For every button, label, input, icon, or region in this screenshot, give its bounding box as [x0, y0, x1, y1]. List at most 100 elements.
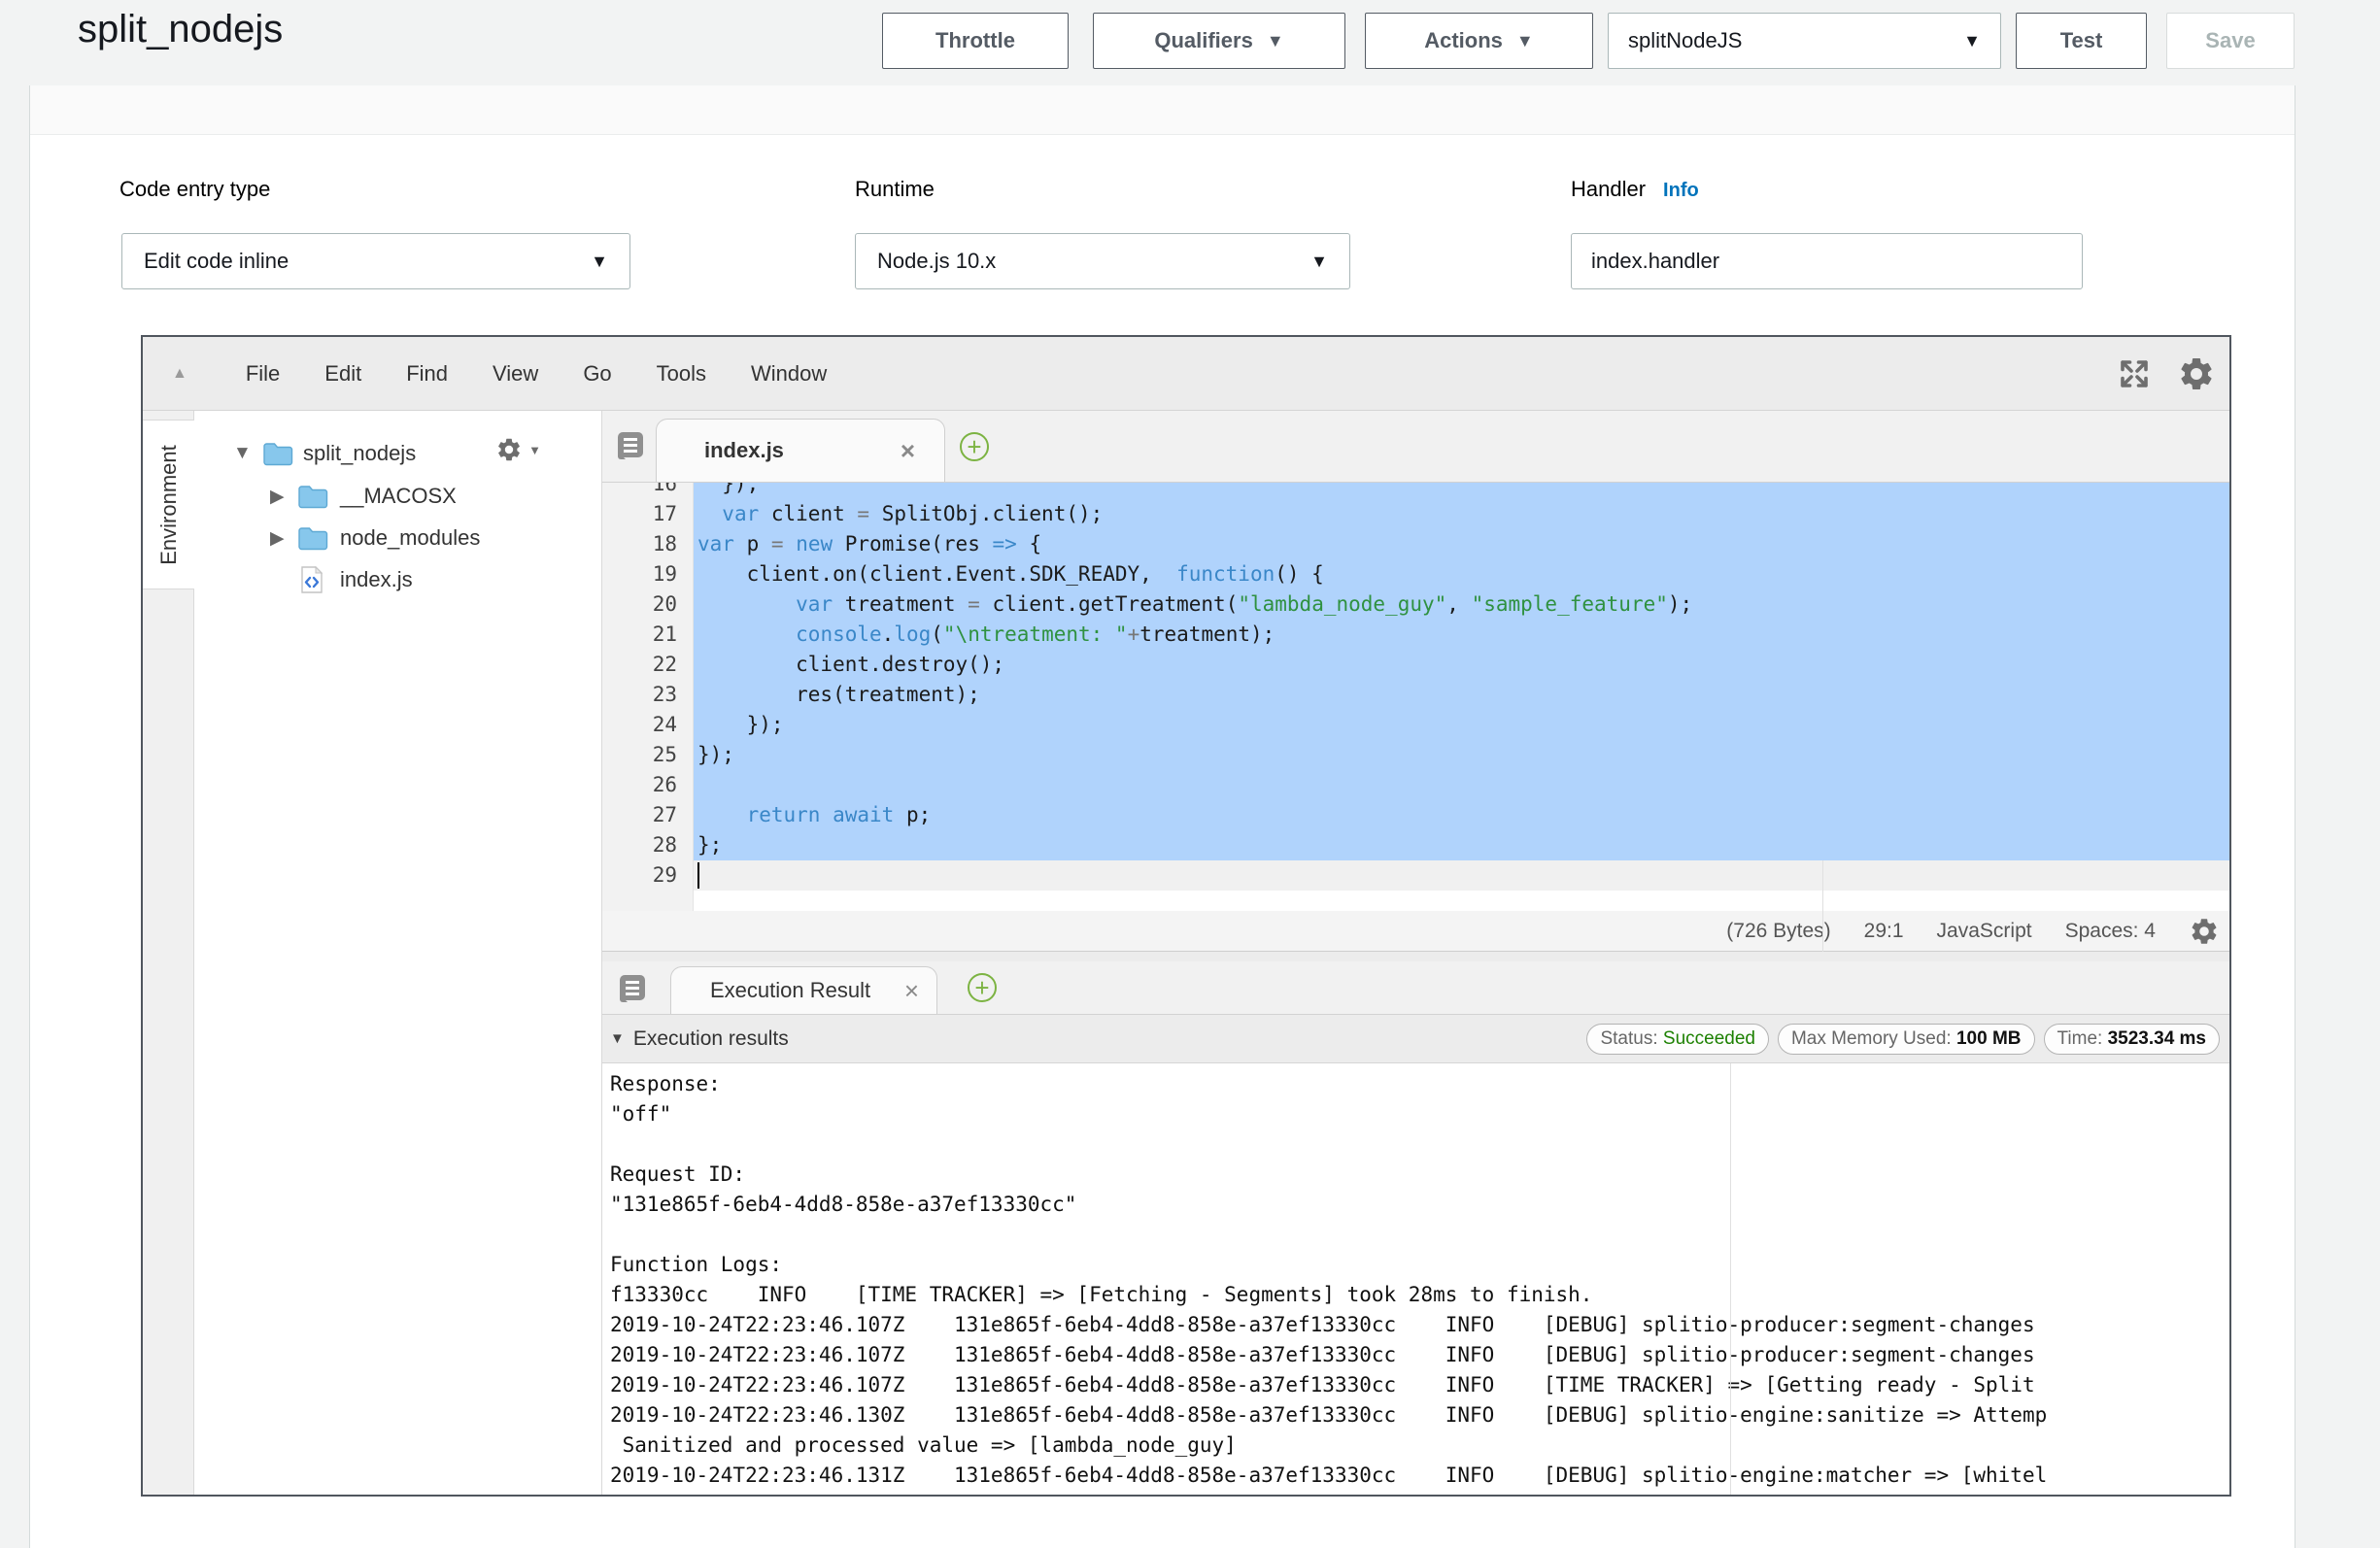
- selected-code-text: return await p;: [694, 800, 2229, 830]
- line-number[interactable]: 29: [602, 860, 677, 891]
- log-line: 2019-10-24T22:23:46.131Z 131e865f-6eb4-4…: [610, 1461, 2229, 1491]
- log-line: Sanitized and processed value => [lambda…: [610, 1430, 2229, 1461]
- tree-item---MACOSX[interactable]: ▶ __MACOSX: [194, 477, 601, 516]
- tree-item-node-modules[interactable]: ▶ node_modules: [194, 519, 601, 557]
- log-line: 2019-10-24T22:23:46.107Z 131e865f-6eb4-4…: [610, 1370, 2229, 1400]
- line-number[interactable]: 19: [602, 559, 677, 589]
- line-number[interactable]: 16: [602, 483, 677, 499]
- close-tab-icon[interactable]: ×: [904, 978, 919, 1003]
- line-number[interactable]: 22: [602, 650, 677, 680]
- menu-item-find[interactable]: Find: [406, 361, 448, 387]
- menu-item-tools[interactable]: Tools: [657, 361, 706, 387]
- selected-code-text: var client = SplitObj.client();: [694, 499, 2229, 529]
- code-entry-type-select[interactable]: Edit code inline ▼: [121, 233, 630, 289]
- page-title: split_nodejs: [78, 8, 283, 51]
- new-tab-icon[interactable]: +: [960, 432, 989, 461]
- line-number[interactable]: 23: [602, 680, 677, 710]
- tree-item-label: __MACOSX: [340, 484, 457, 509]
- menu-item-file[interactable]: File: [246, 361, 280, 387]
- status-badge-maxmemoryused: Max Memory Used: 100 MB: [1778, 1024, 2035, 1055]
- editor-settings-gear-icon[interactable]: [2177, 354, 2216, 393]
- print-margin-line: [1730, 1063, 1731, 1495]
- statusbar-gear-icon[interactable]: [2189, 916, 2220, 947]
- status-badge-time: Time: 3523.34 ms: [2044, 1024, 2221, 1055]
- status-badge-status: Status: Succeeded: [1586, 1024, 1769, 1055]
- selected-code-text: client.destroy();: [694, 650, 2229, 680]
- tree-toggle-icon[interactable]: ▶: [270, 486, 285, 508]
- execution-log-area[interactable]: Response:"off" Request ID:"131e865f-6eb4…: [602, 1063, 2229, 1495]
- editor-statusbar: (726 Bytes) 29:1 JavaScript Spaces: 4: [602, 911, 2229, 952]
- lambda-console-screen: split_nodejs Throttle Qualifiers ▼ Actio…: [0, 0, 2380, 1548]
- log-line: [610, 1129, 2229, 1160]
- tree-settings-gear-icon[interactable]: ▼: [495, 436, 541, 463]
- tree-item-label: index.js: [340, 567, 413, 592]
- execution-results-header[interactable]: ▼ Execution results Status: SucceededMax…: [602, 1015, 2229, 1063]
- tab-list-icon[interactable]: [615, 430, 650, 461]
- tree-toggle-icon[interactable]: ▼: [233, 443, 252, 464]
- caret-down-icon: ▼: [1963, 32, 1981, 50]
- line-number[interactable]: 25: [602, 740, 677, 770]
- log-line: f13330cc INFO [TIME TRACKER] => [Fetchin…: [610, 1280, 2229, 1310]
- language-mode-status[interactable]: JavaScript: [1937, 920, 2032, 943]
- line-number[interactable]: 27: [602, 800, 677, 830]
- code-line-17: 17 var client = SplitObj.client();: [602, 499, 2229, 529]
- tab-execution-result[interactable]: Execution Result ×: [670, 966, 937, 1014]
- code-editor-pane[interactable]: 16 });17 var client = SplitObj.client();…: [602, 483, 2229, 911]
- qualifiers-button[interactable]: Qualifiers ▼: [1093, 13, 1345, 69]
- menu-items: File Edit Find View Go Tools Window: [246, 361, 827, 387]
- collapse-menubar-icon[interactable]: ▲: [172, 365, 187, 383]
- menu-item-edit[interactable]: Edit: [324, 361, 361, 387]
- code-line-19: 19 client.on(client.Event.SDK_READY, fun…: [602, 559, 2229, 589]
- fullscreen-icon[interactable]: [2117, 356, 2152, 391]
- code-line-22: 22 client.destroy();: [602, 650, 2229, 680]
- line-number[interactable]: 21: [602, 620, 677, 650]
- save-button-label: Save: [2205, 28, 2255, 53]
- new-tab-icon[interactable]: +: [968, 973, 997, 1002]
- text-cursor: [697, 862, 699, 889]
- menu-item-view[interactable]: View: [493, 361, 538, 387]
- tree-item-index-js[interactable]: index.js: [194, 560, 601, 599]
- throttle-button[interactable]: Throttle: [882, 13, 1069, 69]
- tree-toggle-icon[interactable]: ▶: [270, 527, 285, 550]
- indentation-status[interactable]: Spaces: 4: [2065, 920, 2156, 943]
- runtime-value: Node.js 10.x: [877, 249, 996, 274]
- selected-code-text: res(treatment);: [694, 680, 2229, 710]
- handler-info-link[interactable]: Info: [1663, 180, 1699, 201]
- line-number[interactable]: 24: [602, 710, 677, 740]
- caret-down-icon: ▼: [1310, 252, 1328, 270]
- menu-item-window[interactable]: Window: [751, 361, 827, 387]
- log-line: Request ID:: [610, 1160, 2229, 1190]
- save-button[interactable]: Save: [2166, 13, 2295, 69]
- handler-label: HandlerInfo: [1571, 177, 1699, 202]
- handler-input[interactable]: [1571, 233, 2083, 289]
- selected-code-text: client.on(client.Event.SDK_READY, functi…: [694, 559, 2229, 589]
- test-button[interactable]: Test: [2016, 13, 2147, 69]
- line-number[interactable]: 26: [602, 770, 677, 800]
- line-number[interactable]: 20: [602, 589, 677, 620]
- actions-button-label: Actions: [1424, 28, 1503, 53]
- code-text: [694, 860, 2229, 891]
- tab-list-icon[interactable]: [617, 973, 652, 1004]
- actions-button[interactable]: Actions ▼: [1365, 13, 1593, 69]
- tree-item-label: node_modules: [340, 525, 480, 551]
- collapse-results-icon[interactable]: ▼: [610, 1030, 625, 1047]
- close-tab-icon[interactable]: ×: [901, 438, 915, 463]
- line-number[interactable]: 18: [602, 529, 677, 559]
- pane-splitter[interactable]: [602, 952, 2229, 961]
- folder-icon: [262, 441, 293, 466]
- alias-select[interactable]: splitNodeJS ▼: [1608, 13, 2001, 69]
- code-line-27: 27 return await p;: [602, 800, 2229, 830]
- environment-tab[interactable]: Environment: [143, 420, 194, 589]
- menu-item-go[interactable]: Go: [583, 361, 611, 387]
- log-line: 2019-10-24T22:23:46.107Z 131e865f-6eb4-4…: [610, 1340, 2229, 1370]
- tab-index-js[interactable]: index.js ×: [656, 419, 945, 482]
- runtime-label: Runtime: [855, 177, 935, 202]
- code-line-26: 26: [602, 770, 2229, 800]
- test-button-label: Test: [2060, 28, 2103, 53]
- log-line: "131e865f-6eb4-4dd8-858e-a37ef13330cc": [610, 1190, 2229, 1220]
- code-line-20: 20 var treatment = client.getTreatment("…: [602, 589, 2229, 620]
- caret-down-icon: ▼: [591, 252, 608, 270]
- runtime-select[interactable]: Node.js 10.x ▼: [855, 233, 1350, 289]
- line-number[interactable]: 17: [602, 499, 677, 529]
- line-number[interactable]: 28: [602, 830, 677, 860]
